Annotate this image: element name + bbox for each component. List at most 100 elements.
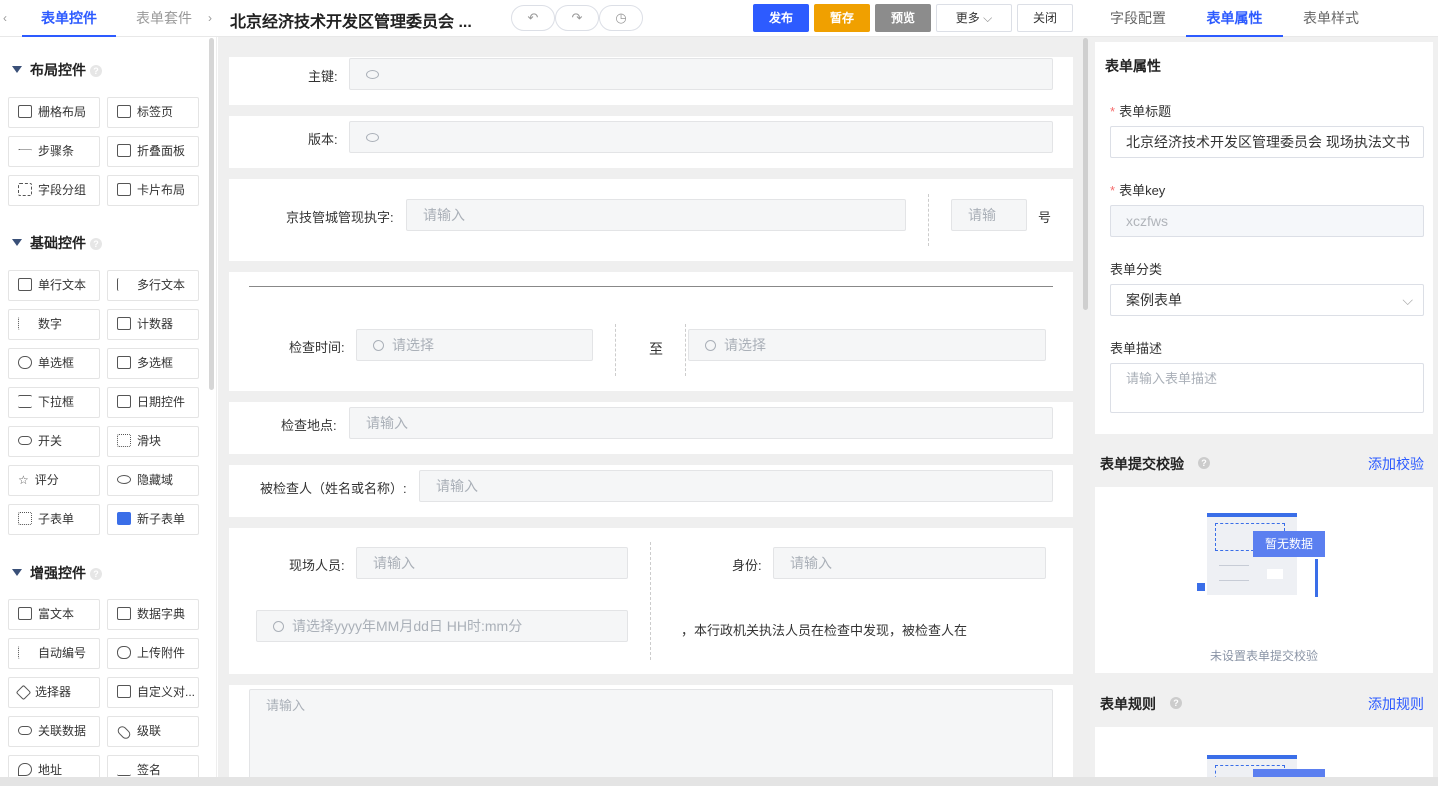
category-value: 案例表单 [1126, 292, 1182, 308]
group-icon [18, 183, 32, 196]
control-address[interactable]: 地址 [8, 755, 100, 777]
control-label: 子表单 [38, 512, 75, 526]
doc-number-input[interactable]: 请输入 [406, 199, 906, 231]
statement-text: ，本行政机关执法人员在检查中发现，被检查人在 [681, 623, 968, 638]
section-enhanced-controls[interactable]: 增强控件? [12, 563, 102, 583]
control-selector[interactable]: 选择器 [8, 677, 100, 708]
control-date[interactable]: 日期控件 [107, 387, 199, 418]
location-input[interactable]: 请输入 [349, 407, 1053, 439]
canvas-scrollbar[interactable] [1083, 38, 1088, 310]
identity-input[interactable]: 请输入 [773, 547, 1046, 579]
field-version[interactable]: 版本: [229, 116, 1073, 168]
properties-panel: 表单属性 * 表单标题 北京经济技术开发区管理委员会 现场执法文书 * 表单key … [1090, 37, 1438, 777]
section-layout-controls[interactable]: 布局控件? [12, 60, 102, 80]
version-input[interactable] [349, 121, 1053, 153]
control-slider[interactable]: 滑块 [107, 426, 199, 457]
inspected-party-input[interactable]: 请输入 [419, 470, 1053, 502]
control-label: 日期控件 [137, 395, 186, 409]
number-input[interactable]: 请输 [951, 199, 1027, 231]
tab-field-config[interactable]: 字段配置 [1110, 0, 1166, 37]
close-button[interactable]: 关闭 [1017, 4, 1073, 32]
control-grid-layout[interactable]: 栅格布局 [8, 97, 100, 128]
category-select[interactable]: 案例表单 ⌵ [1110, 284, 1424, 316]
control-linked-data[interactable]: 关联数据 [8, 716, 100, 747]
description-input[interactable]: 请输入表单描述 [1110, 363, 1424, 413]
control-rating[interactable]: ☆ 评分 [8, 465, 100, 496]
field-inspected-party[interactable]: 被检查人（姓名或名称）: 请输入 [229, 465, 1073, 517]
field-check-time-row[interactable]: 检查时间: 请选择 至 请选择 [229, 309, 1073, 391]
control-rich-text[interactable]: 富文本 [8, 599, 100, 630]
save-draft-button[interactable]: 暂存 [814, 4, 870, 32]
field-primary-key[interactable]: 主键: [229, 57, 1073, 105]
chevron-left-icon[interactable]: ‹ [3, 11, 7, 25]
form-canvas: 主键: 版本: 京技管城管现执字: 请输入 请输 号 检查时间: 请选择 至 请… [218, 37, 1090, 777]
control-custom[interactable]: 自定义对... [107, 677, 199, 708]
text-input-icon [18, 278, 32, 291]
control-dropdown[interactable]: 下拉框 [8, 387, 100, 418]
chevron-right-icon[interactable]: › [208, 11, 212, 25]
field-location[interactable]: 检查地点: 请输入 [229, 402, 1073, 454]
control-tabs[interactable]: 标签页 [107, 97, 199, 128]
control-checkbox[interactable]: 多选框 [107, 348, 199, 379]
help-icon: ? [90, 238, 102, 250]
plant-icon [1197, 571, 1205, 591]
control-steps[interactable]: 步骤条 [8, 136, 100, 167]
preview-button[interactable]: 预览 [875, 4, 931, 32]
datetime-picker[interactable]: 请选择yyyy年MM月dd日 HH时:mm分 [256, 610, 628, 642]
control-collapse-panel[interactable]: 折叠面板 [107, 136, 199, 167]
control-single-text[interactable]: 单行文本 [8, 270, 100, 301]
field-label: 版本: [308, 132, 338, 147]
description-textarea[interactable]: 请输入 [249, 689, 1053, 777]
control-cascade[interactable]: 级联 [107, 716, 199, 747]
tab-form-controls[interactable]: 表单控件 [22, 0, 116, 37]
field-doc-number-row[interactable]: 京技管城管现执字: 请输入 请输 号 [229, 179, 1073, 261]
check-time-start-picker[interactable]: 请选择 [356, 329, 593, 361]
control-radio[interactable]: 单选框 [8, 348, 100, 379]
control-multi-text[interactable]: 多行文本 [107, 270, 199, 301]
field-staff-row[interactable]: 现场人员: 请输入 身份: 请输入 请选择yyyy年MM月dd日 HH时:mm分… [229, 528, 1073, 674]
primary-key-input[interactable] [349, 58, 1053, 90]
left-scrollbar[interactable] [209, 38, 214, 390]
add-rule-link[interactable]: 添加规则 [1368, 694, 1424, 714]
publish-button[interactable]: 发布 [753, 4, 809, 32]
form-title-input[interactable]: 北京经济技术开发区管理委员会 现场执法文书 [1110, 126, 1424, 158]
control-label: 地址 [38, 763, 63, 777]
control-field-group[interactable]: 字段分组 [8, 175, 100, 206]
control-label: 自定义对... [137, 685, 196, 699]
control-upload[interactable]: 上传附件 [107, 638, 199, 669]
staff-input[interactable]: 请输入 [356, 547, 628, 579]
subform-icon [18, 512, 32, 525]
tab-form-properties[interactable]: 表单属性 [1186, 0, 1283, 37]
control-label: 多选框 [137, 356, 174, 370]
check-time-end-picker[interactable]: 请选择 [688, 329, 1046, 361]
clock-icon: ◷ [615, 10, 627, 25]
page-title: 北京经济技术开发区管理委员会 ... [230, 14, 472, 31]
field-label: 检查时间: [289, 340, 345, 355]
history-button[interactable]: ◷ [599, 5, 643, 31]
control-counter[interactable]: 计数器 [107, 309, 199, 340]
redo-button[interactable]: ↷ [555, 5, 599, 31]
form-key-input[interactable]: xczfws [1110, 205, 1424, 237]
control-signature[interactable]: 签名 [107, 755, 199, 777]
more-button[interactable]: 更多 ⌵ [936, 4, 1012, 32]
add-validation-link[interactable]: 添加校验 [1368, 454, 1424, 474]
control-auto-number[interactable]: 自动编号 [8, 638, 100, 669]
more-label: 更多 [955, 11, 980, 25]
pen-icon [117, 763, 131, 776]
field-description[interactable]: 请输入 [229, 685, 1073, 777]
section-basic-controls[interactable]: 基础控件? [12, 233, 102, 253]
control-card-layout[interactable]: 卡片布局 [107, 175, 199, 206]
bottom-scrollbar[interactable] [0, 777, 1438, 786]
tabs-icon [117, 105, 131, 118]
control-subform[interactable]: 子表单 [8, 504, 100, 535]
tab-form-kits[interactable]: 表单套件 [117, 0, 211, 37]
control-switch[interactable]: 开关 [8, 426, 100, 457]
control-new-subform[interactable]: 新子表单 [107, 504, 199, 535]
counter-icon [117, 317, 131, 330]
control-hidden-field[interactable]: 隐藏域 [107, 465, 199, 496]
control-data-dictionary[interactable]: 数据字典 [107, 599, 199, 630]
undo-button[interactable]: ↶ [511, 5, 555, 31]
tab-form-style[interactable]: 表单样式 [1303, 0, 1359, 37]
controls-panel: 布局控件? 栅格布局 标签页 步骤条 折叠面板 字段分组 卡片布局 基础控件? … [0, 37, 217, 777]
control-number[interactable]: 数字 [8, 309, 100, 340]
